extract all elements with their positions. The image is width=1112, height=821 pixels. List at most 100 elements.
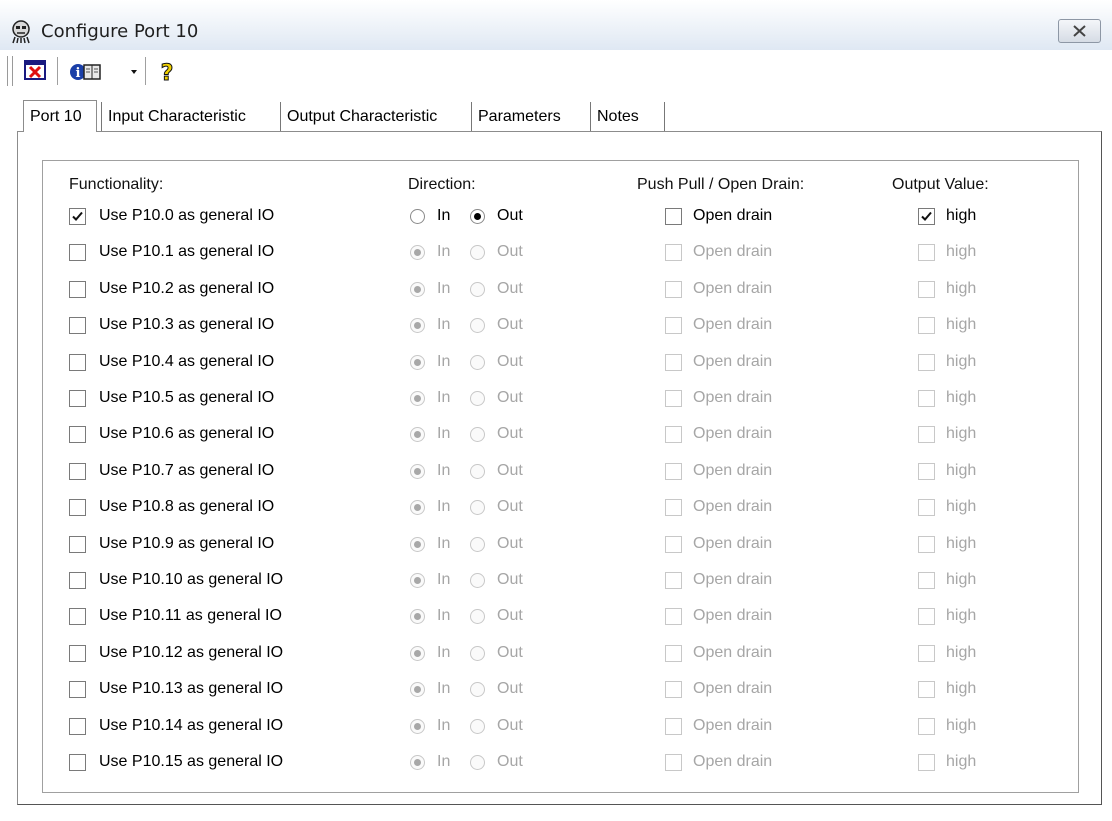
output-high-checkbox[interactable] [918,717,935,735]
open-drain-checkbox[interactable] [665,608,682,626]
use-general-io-checkbox[interactable] [69,535,86,553]
direction-out-radio[interactable] [470,718,485,734]
output-high-checkbox[interactable] [918,244,935,262]
tab-output-characteristic[interactable]: Output Characteristic [280,102,437,132]
help-button[interactable]: ? [156,58,178,87]
direction-in-radio[interactable] [410,427,425,443]
output-high-checkbox[interactable] [918,280,935,298]
direction-in-radio[interactable] [410,245,425,261]
direction-out-radio[interactable] [470,500,485,516]
direction-in-radio[interactable] [410,645,425,661]
use-general-io-label: Use P10.1 as general IO [99,243,275,261]
direction-in-radio[interactable] [410,463,425,479]
open-drain-checkbox[interactable] [665,280,682,298]
use-general-io-checkbox[interactable] [69,754,86,771]
direction-in-radio[interactable] [410,281,425,297]
tab-parameters[interactable]: Parameters [471,102,561,132]
open-drain-checkbox[interactable] [665,572,682,589]
close-red-button[interactable] [23,58,51,84]
open-drain-checkbox[interactable] [665,390,682,407]
direction-in-radio[interactable] [410,573,425,588]
direction-out-radio[interactable] [470,536,485,552]
direction-out-label: Out [497,243,523,261]
use-general-io-checkbox[interactable] [69,208,86,225]
tab-input-characteristic[interactable]: Input Characteristic [101,102,246,132]
direction-out-radio[interactable] [470,463,485,479]
use-general-io-checkbox[interactable] [69,644,86,662]
direction-in-radio[interactable] [410,718,425,734]
direction-out-radio[interactable] [470,281,485,297]
direction-out-radio[interactable] [470,573,485,588]
use-general-io-checkbox[interactable] [69,280,86,298]
use-general-io-checkbox[interactable] [69,244,86,262]
direction-out-radio[interactable] [470,645,485,661]
use-general-io-checkbox[interactable] [69,462,86,480]
tab-notes[interactable]: Notes [590,102,639,132]
info-dropdown-button[interactable] [129,58,139,84]
direction-in-radio[interactable] [410,609,425,625]
direction-out-radio[interactable] [470,209,485,224]
open-drain-checkbox[interactable] [665,353,682,371]
open-drain-checkbox[interactable] [665,426,682,444]
open-drain-checkbox[interactable] [665,535,682,553]
info-book-button[interactable]: i [67,58,119,84]
output-high-checkbox[interactable] [918,572,935,589]
open-drain-checkbox[interactable] [665,717,682,735]
open-drain-checkbox[interactable] [665,208,682,225]
output-high-checkbox[interactable] [918,353,935,371]
use-general-io-checkbox[interactable] [69,499,86,517]
use-general-io-checkbox[interactable] [69,608,86,626]
use-general-io-checkbox[interactable] [69,353,86,371]
output-high-checkbox[interactable] [918,681,935,699]
open-drain-checkbox[interactable] [665,754,682,771]
use-general-io-checkbox[interactable] [69,317,86,335]
open-drain-checkbox[interactable] [665,462,682,480]
open-drain-checkbox[interactable] [665,499,682,517]
open-drain-checkbox[interactable] [665,244,682,262]
output-high-label: high [946,279,977,297]
use-general-io-checkbox[interactable] [69,572,86,589]
direction-in-radio[interactable] [410,500,425,516]
use-general-io-checkbox[interactable] [69,390,86,407]
output-high-checkbox[interactable] [918,426,935,444]
direction-out-radio[interactable] [470,245,485,261]
use-general-io-checkbox[interactable] [69,681,86,699]
direction-in-radio[interactable] [410,318,425,334]
direction-in-radio[interactable] [410,354,425,370]
use-general-io-label: Use P10.0 as general IO [99,207,275,224]
close-window-button[interactable] [1058,19,1101,43]
direction-in-radio[interactable] [410,209,425,224]
use-general-io-checkbox[interactable] [69,426,86,444]
direction-in-radio[interactable] [410,536,425,552]
output-high-checkbox[interactable] [918,208,935,225]
output-high-checkbox[interactable] [918,390,935,407]
output-high-checkbox[interactable] [918,754,935,771]
use-general-io-checkbox[interactable] [69,717,86,735]
open-drain-checkbox[interactable] [665,317,682,335]
use-general-io-label: Use P10.12 as general IO [99,643,284,661]
output-high-checkbox[interactable] [918,644,935,662]
direction-out-radio[interactable] [470,682,485,698]
open-drain-checkbox[interactable] [665,644,682,662]
direction-in-radio[interactable] [410,755,425,770]
direction-out-radio[interactable] [470,427,485,443]
direction-out-radio[interactable] [470,755,485,770]
direction-out-radio[interactable] [470,609,485,625]
output-high-checkbox[interactable] [918,462,935,480]
direction-in-radio[interactable] [410,682,425,698]
direction-out-radio[interactable] [470,318,485,334]
open-drain-checkbox[interactable] [665,681,682,699]
output-high-checkbox[interactable] [918,608,935,626]
toolbar-grip[interactable] [7,56,13,86]
direction-out-label: Out [497,534,523,552]
output-high-checkbox[interactable] [918,535,935,553]
tab-port-10[interactable]: Port 10 [23,100,97,132]
direction-out-radio[interactable] [470,391,485,406]
output-high-checkbox[interactable] [918,499,935,517]
use-general-io-label: Use P10.15 as general IO [99,753,284,770]
direction-in-label: In [437,753,451,770]
direction-in-radio[interactable] [410,391,425,406]
direction-out-radio[interactable] [470,354,485,370]
direction-out-label: Out [497,352,523,370]
output-high-checkbox[interactable] [918,317,935,335]
